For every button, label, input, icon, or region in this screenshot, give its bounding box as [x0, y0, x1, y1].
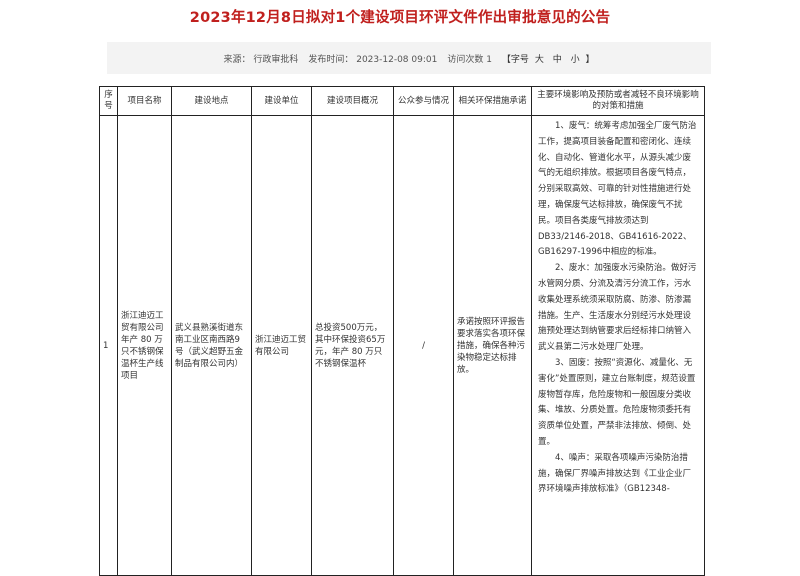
view-count: 访问次数 1 — [447, 54, 492, 65]
cell-measures: 1、废气：统筹考虑加强全厂废气防治工作，提高项目装备配置和密闭化、连续化、自动化… — [531, 115, 705, 576]
cell-project-name: 浙江迪迈工贸有限公司年产 80 万只不锈钢保温杯生产线项目 — [117, 115, 172, 576]
cell-index: 1 — [99, 115, 118, 576]
cell-participation: / — [393, 115, 454, 576]
header-participation: 公众参与情况 — [393, 86, 454, 116]
header-unit: 建设单位 — [251, 86, 312, 116]
table-row: 1 浙江迪迈工贸有限公司年产 80 万只不锈钢保温杯生产线项目 武义县熟溪街道东… — [99, 115, 705, 576]
font-size-small-button[interactable]: 小 — [571, 55, 580, 65]
header-overview: 建设项目概况 — [311, 86, 394, 116]
header-location: 建设地点 — [171, 86, 252, 116]
table-header-row: 序号 项目名称 建设地点 建设单位 建设项目概况 公众参与情况 相关环保措施承诺… — [99, 86, 705, 116]
header-index: 序号 — [99, 86, 118, 116]
header-project-name: 项目名称 — [117, 86, 172, 116]
cell-unit: 浙江迪迈工贸有限公司 — [251, 115, 312, 576]
article-meta-bar: 来源： 行政审批科 发布时间： 2023-12-08 09:01 访问次数 1 … — [107, 42, 711, 74]
measure-waste-water: 2、废水：加强废水污染防治。做好污水管网分质、分流及清污分流工作，污水收集处理系… — [538, 263, 697, 353]
font-size-control: 【字号 大 中 小 】 — [502, 52, 595, 65]
font-size-medium-button[interactable]: 中 — [553, 55, 562, 65]
measure-noise: 4、噪声：采取各项噪声污染防治措施，确保厂界噪声排放达到《工业企业厂界环境噪声排… — [538, 452, 692, 495]
header-measures: 主要环境影响及预防或者减轻不良环境影响的对策和措施 — [531, 86, 705, 116]
cell-location: 武义县熟溪街道东南工业区南西路9号（武义超野五金制品有限公司内） — [171, 115, 252, 576]
cell-commitment: 承诺按照环评报告要求落实各项环保措施，确保各种污染物稳定达标排放。 — [453, 115, 532, 576]
cell-overview: 总投资500万元，其中环保投资65万元，年产 80 万只不锈钢保温杯 — [311, 115, 394, 576]
source-label: 来源： 行政审批科 — [223, 54, 299, 65]
measure-solid-waste: 3、固废：按照“资源化、减量化、无害化”处置原则，建立台账制度，规范设置废物暂存… — [538, 357, 696, 447]
font-size-prefix: 【字号 — [501, 54, 529, 65]
page-title: 2023年12月8日拟对1个建设项目环评文件作出审批意见的公告 — [189, 10, 611, 26]
font-size-suffix: 】 — [585, 54, 595, 65]
publish-time: 发布时间： 2023-12-08 09:01 — [308, 54, 438, 65]
measure-waste-gas: 1、废气：统筹考虑加强全厂废气防治工作，提高项目装备配置和密闭化、连续化、自动化… — [538, 121, 697, 258]
font-size-large-button[interactable]: 大 — [535, 55, 544, 65]
approval-table: 序号 项目名称 建设地点 建设单位 建设项目概况 公众参与情况 相关环保措施承诺… — [99, 86, 705, 576]
header-commitment: 相关环保措施承诺 — [453, 86, 532, 116]
